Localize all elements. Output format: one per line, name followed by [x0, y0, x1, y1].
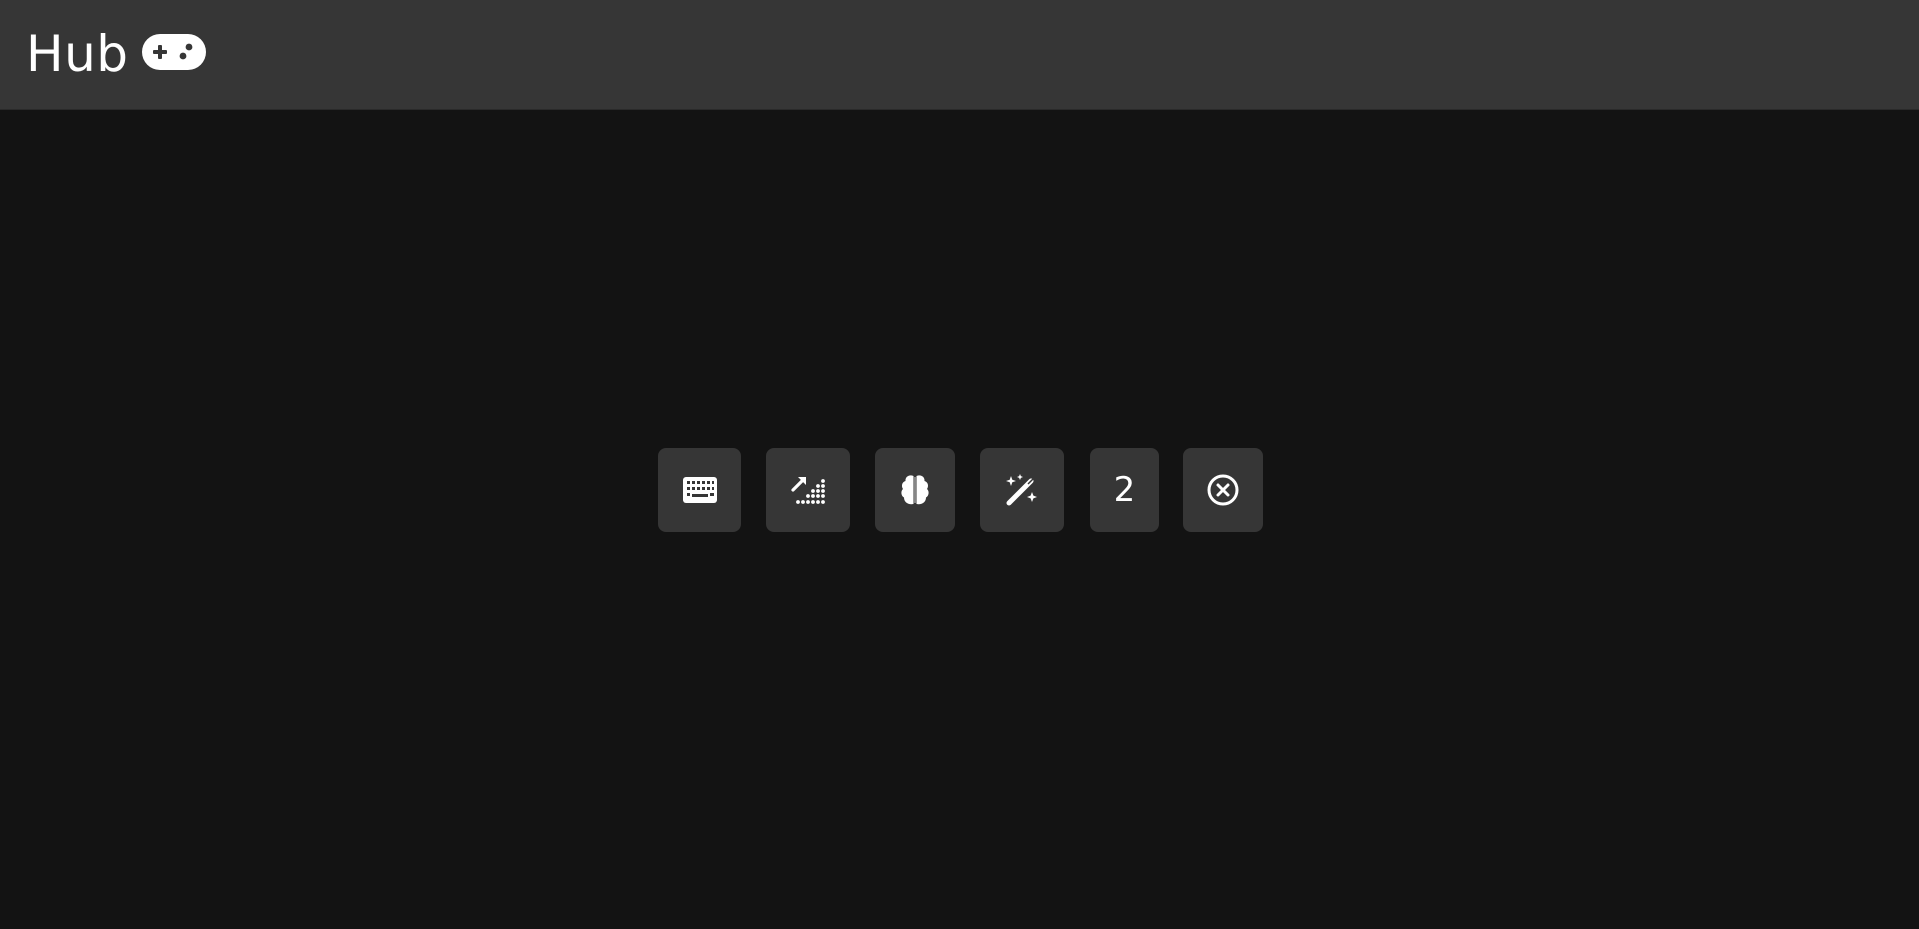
app-title: Hub	[26, 25, 129, 83]
brain-icon	[901, 475, 929, 505]
brain-button[interactable]	[875, 448, 955, 532]
magic-button[interactable]	[980, 448, 1064, 532]
brand[interactable]: Hub	[26, 24, 207, 84]
keyboard-icon	[682, 477, 717, 503]
gamepad-icon	[141, 34, 206, 70]
level-number: 2	[1113, 470, 1136, 510]
trending-dots-icon	[791, 477, 825, 504]
level-two-button[interactable]: 2	[1090, 448, 1159, 532]
magic-wand-icon	[1006, 474, 1037, 506]
close-circle-icon	[1207, 474, 1239, 506]
close-button[interactable]	[1183, 448, 1263, 532]
trending-button[interactable]	[766, 448, 850, 532]
keyboard-button[interactable]	[658, 448, 741, 532]
top-header: Hub	[0, 0, 1919, 110]
